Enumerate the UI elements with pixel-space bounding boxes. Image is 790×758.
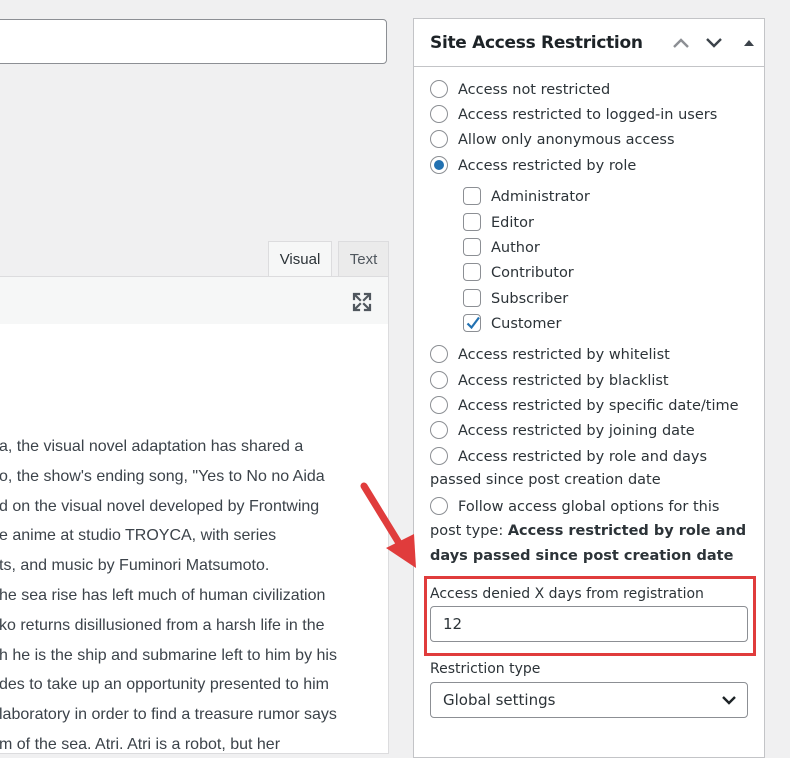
editor-line: ts, and music by Fuminori Matsumoto. (0, 557, 270, 575)
radio-button[interactable] (430, 421, 448, 439)
option-label: Allow only anonymous access (458, 132, 675, 148)
chevron-down-icon (722, 696, 736, 705)
role-checkbox-author[interactable]: Author (463, 238, 540, 256)
radio-blacklist[interactable]: Access restricted by blacklist (430, 371, 669, 389)
radio-button[interactable] (430, 447, 448, 465)
checkmark-icon (466, 316, 480, 330)
role-checkbox-editor[interactable]: Editor (463, 213, 534, 231)
checkbox-checked[interactable] (463, 314, 481, 332)
radio-follow-global-options[interactable]: Follow access global options for this (430, 497, 719, 515)
fullscreen-icon[interactable] (352, 292, 372, 312)
option-label: Access restricted by specific date/time (458, 398, 739, 414)
radio-specific-date-time[interactable]: Access restricted by specific date/time (430, 396, 739, 414)
editor-line: des to take up an opportunity presented … (0, 676, 329, 694)
radio-anonymous-access[interactable]: Allow only anonymous access (430, 130, 675, 148)
checkbox[interactable] (463, 238, 481, 256)
editor-content[interactable]: a, the visual novel adaptation has share… (0, 324, 389, 754)
editor-line: laboratory in order to find a treasure r… (0, 706, 337, 724)
editor-text: a, the visual novel adaptation has share… (0, 432, 388, 753)
tab-text[interactable]: Text (338, 241, 389, 277)
restriction-type-label: Restriction type (430, 661, 541, 677)
role-checkbox-contributor[interactable]: Contributor (463, 263, 574, 281)
annotation-arrow-icon (360, 482, 416, 568)
restriction-type-value: Global settings (443, 691, 556, 709)
global-setting-value-continued: days passed since post creation date (430, 548, 734, 564)
option-label: Access restricted by role and days (458, 449, 708, 465)
option-label-continued: post type: Access restricted by role and (430, 523, 746, 539)
option-label: Access restricted by role (458, 158, 637, 174)
option-label: Access restricted by joining date (458, 423, 695, 439)
post-title-input[interactable] (0, 19, 387, 64)
role-checkbox-administrator[interactable]: Administrator (463, 187, 590, 205)
radio-button[interactable] (430, 371, 448, 389)
role-label: Subscriber (491, 291, 569, 307)
chevron-down-icon[interactable] (703, 34, 725, 52)
highlight-annotation-box (424, 576, 756, 656)
metabox-header: Site Access Restriction (414, 19, 764, 67)
role-label: Editor (491, 215, 534, 231)
radio-button[interactable] (430, 130, 448, 148)
radio-button-selected[interactable] (430, 156, 448, 174)
editor-line: ko returns disillusioned from a harsh li… (0, 616, 325, 634)
editor-line: d on the visual novel developed by Front… (0, 497, 320, 515)
editor-line: e anime at studio TROYCA, with series (0, 527, 277, 545)
option-label: Access not restricted (458, 82, 611, 98)
chevron-up-icon[interactable] (670, 34, 692, 52)
role-label: Author (491, 240, 540, 256)
editor-line: m of the sea. Atri. Atri is a robot, but… (0, 735, 281, 753)
role-label: Administrator (491, 189, 590, 205)
option-label: Follow access global options for this (458, 499, 720, 515)
radio-button[interactable] (430, 497, 448, 515)
checkbox[interactable] (463, 187, 481, 205)
radio-access-not-restricted[interactable]: Access not restricted (430, 80, 610, 98)
role-label: Contributor (491, 265, 574, 281)
role-label: Customer (491, 316, 562, 332)
global-setting-value: Access restricted by role and (507, 523, 747, 539)
option-label-continued: passed since post creation date (430, 472, 661, 488)
checkbox[interactable] (463, 213, 481, 231)
metabox-title: Site Access Restriction (430, 33, 643, 53)
radio-role-and-days[interactable]: Access restricted by role and days (430, 447, 707, 465)
collapse-toggle-icon[interactable] (739, 34, 761, 52)
role-checkbox-subscriber[interactable]: Subscriber (463, 289, 568, 307)
radio-button[interactable] (430, 80, 448, 98)
role-checkbox-customer[interactable]: Customer (463, 314, 561, 332)
editor-line: o, the show's ending song, "Yes to No no… (0, 467, 325, 485)
checkbox[interactable] (463, 263, 481, 281)
option-label: Access restricted to logged-in users (458, 107, 718, 123)
radio-whitelist[interactable]: Access restricted by whitelist (430, 345, 670, 363)
checkbox[interactable] (463, 289, 481, 307)
radio-restricted-by-role[interactable]: Access restricted by role (430, 156, 636, 174)
option-label: Access restricted by blacklist (458, 373, 669, 389)
editor-toolbar (0, 276, 389, 325)
editor-line: he sea rise has left much of human civil… (0, 586, 326, 604)
editor-line: a, the visual novel adaptation has share… (0, 438, 304, 455)
radio-button[interactable] (430, 345, 448, 363)
tab-visual[interactable]: Visual (268, 241, 332, 277)
editor-line: h he is the ship and submarine left to h… (0, 646, 337, 664)
option-label: Access restricted by whitelist (458, 347, 670, 363)
global-prefix: post type: (430, 523, 508, 539)
radio-joining-date[interactable]: Access restricted by joining date (430, 421, 695, 439)
radio-logged-in-users[interactable]: Access restricted to logged-in users (430, 105, 717, 123)
radio-button[interactable] (430, 105, 448, 123)
restriction-type-select[interactable]: Global settings (430, 682, 748, 718)
radio-button[interactable] (430, 396, 448, 414)
